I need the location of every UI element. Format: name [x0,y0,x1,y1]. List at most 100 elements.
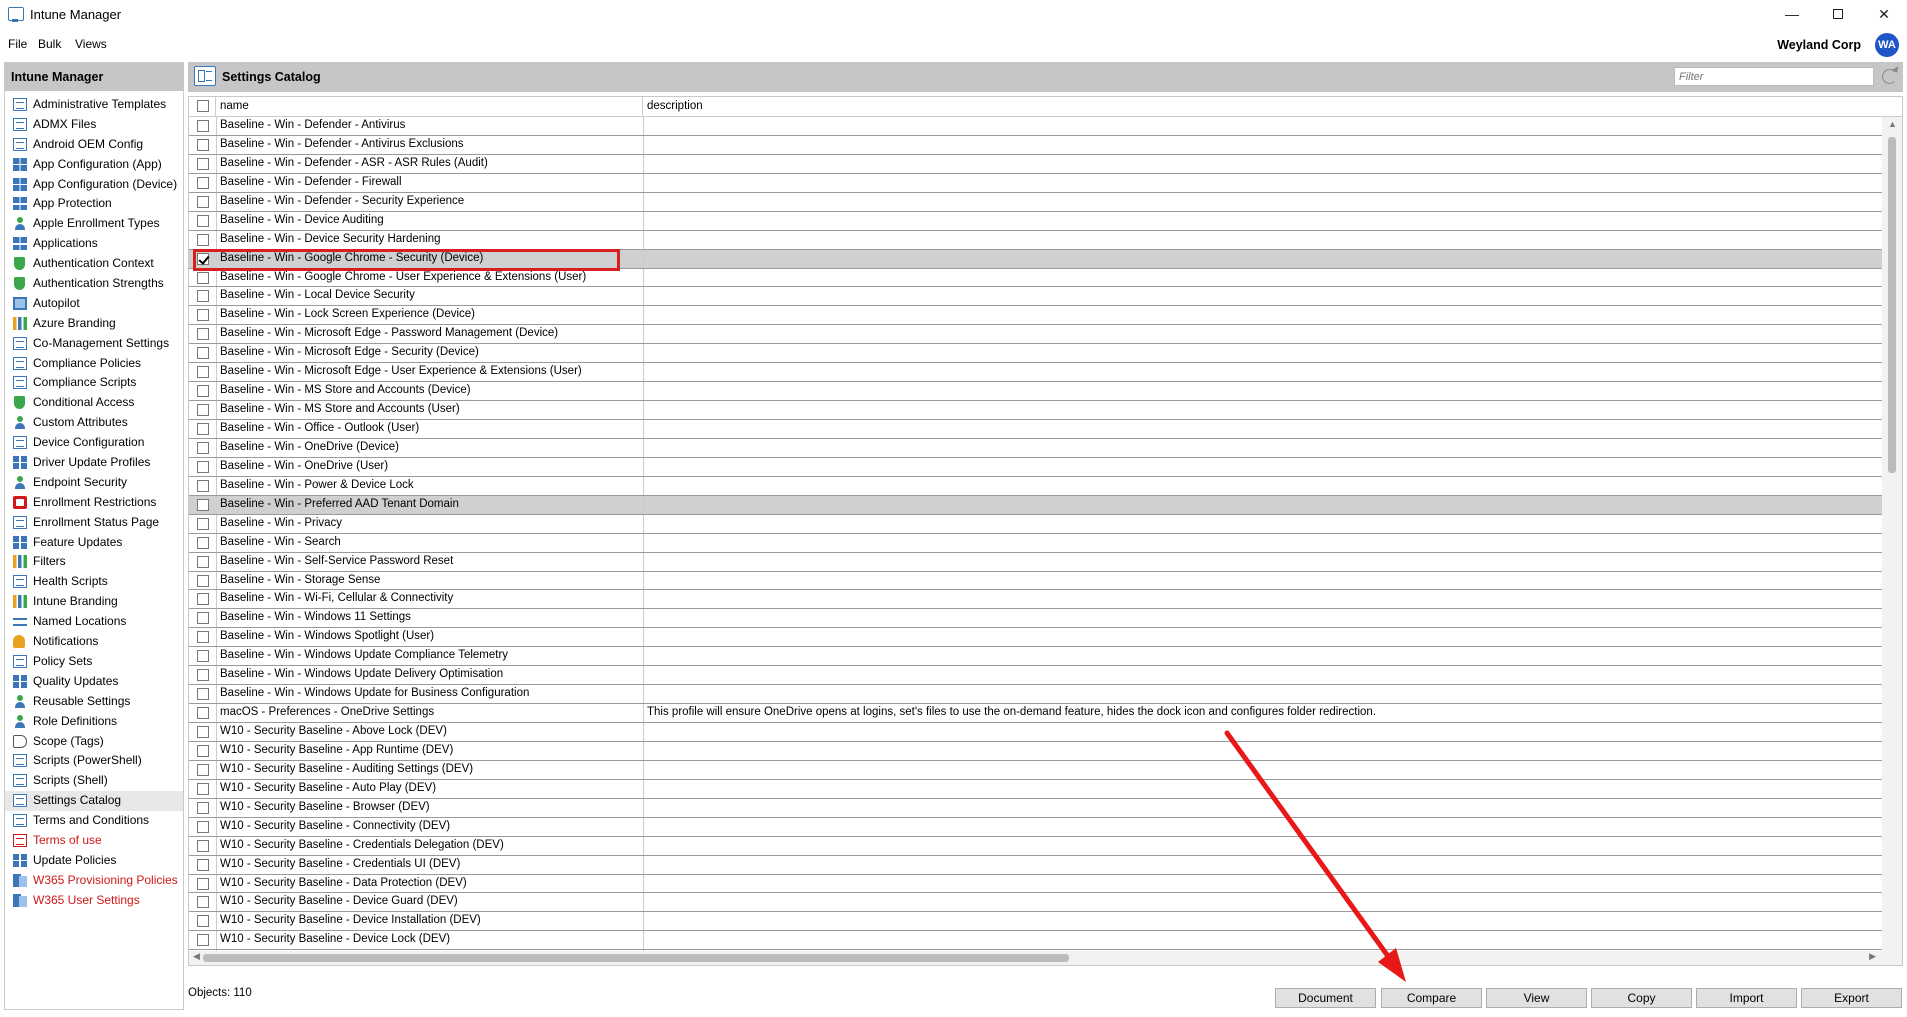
row-checkbox[interactable] [197,385,209,398]
sidebar-item[interactable]: Scripts (Shell) [5,771,183,791]
refresh-icon[interactable] [1880,67,1899,86]
table-row[interactable]: Baseline - Win - Search [189,533,1882,553]
table-row[interactable]: Baseline - Win - Local Device Security [189,287,1882,307]
sidebar-item[interactable]: Terms of use [5,831,183,851]
vertical-scrollbar[interactable]: ▲ [1882,117,1902,965]
row-checkbox[interactable] [197,612,209,625]
row-checkbox[interactable] [197,328,209,341]
row-checkbox[interactable] [197,195,209,208]
sidebar-item[interactable]: Filters [5,552,183,572]
import-button[interactable]: Import [1696,988,1797,1008]
copy-button[interactable]: Copy [1591,988,1692,1008]
table-row[interactable]: Baseline - Win - Windows Update Complian… [189,647,1882,667]
row-checkbox[interactable] [197,347,209,360]
table-row[interactable]: Baseline - Win - Defender - Security Exp… [189,192,1882,212]
table-row[interactable]: Baseline - Win - Office - Outlook (User) [189,420,1882,439]
table-row[interactable]: W10 - Security Baseline - Credentials De… [189,836,1882,856]
sidebar-item[interactable]: Custom Attributes [5,413,183,433]
row-checkbox[interactable] [197,801,209,814]
table-row[interactable]: Baseline - Win - Google Chrome - User Ex… [189,268,1882,288]
sidebar-item[interactable]: Terms and Conditions [5,811,183,831]
table-row[interactable]: Baseline - Win - Windows 11 Settings [189,609,1882,629]
scroll-left-icon[interactable]: ◀ [193,951,200,962]
row-checkbox[interactable] [197,517,209,530]
row-checkbox[interactable] [197,839,209,852]
view-button[interactable]: View [1486,988,1587,1008]
table-row[interactable]: Baseline - Win - OneDrive (User) [189,457,1882,477]
sidebar-item[interactable]: Device Configuration [5,433,183,453]
sidebar-item[interactable]: Intune Branding [5,592,183,612]
sidebar-item[interactable]: Quality Updates [5,672,183,692]
row-checkbox[interactable] [197,915,209,928]
scroll-up-icon[interactable]: ▲ [1888,119,1897,129]
row-checkbox[interactable] [197,271,209,284]
row-checkbox[interactable] [197,820,209,833]
row-checkbox[interactable] [197,366,209,379]
avatar[interactable]: WA [1875,33,1899,57]
menu-views[interactable]: Views [75,37,107,51]
table-row[interactable]: Baseline - Win - OneDrive (Device) [189,438,1882,458]
table-row[interactable]: Baseline - Win - Windows Update Delivery… [189,666,1882,686]
table-row[interactable]: Baseline - Win - Microsoft Edge - Passwo… [189,325,1882,345]
sidebar-item[interactable]: Reusable Settings [5,692,183,712]
sidebar-item[interactable]: Enrollment Restrictions [5,493,183,513]
select-all-checkbox[interactable] [197,100,209,112]
compare-button[interactable]: Compare [1381,988,1482,1008]
sidebar-item[interactable]: Enrollment Status Page [5,513,183,533]
row-checkbox[interactable] [197,782,209,795]
horizontal-scroll-thumb[interactable] [203,954,1069,962]
row-checkbox[interactable] [197,290,209,303]
sidebar-item[interactable]: Co-Management Settings [5,334,183,354]
table-row[interactable]: Baseline - Win - Device Security Hardeni… [189,230,1882,250]
row-checkbox[interactable] [197,631,209,644]
scroll-right-icon[interactable]: ▶ [1869,951,1876,962]
row-checkbox[interactable] [197,877,209,890]
table-row[interactable]: Baseline - Win - Windows Spotlight (User… [189,628,1882,648]
table-row[interactable]: Baseline - Win - Microsoft Edge - User E… [189,363,1882,383]
column-header-description[interactable]: description [643,97,1880,116]
table-row[interactable]: Baseline - Win - Microsoft Edge - Securi… [189,344,1882,364]
table-row[interactable]: W10 - Security Baseline - Browser (DEV) [189,798,1882,818]
row-checkbox[interactable] [197,138,209,151]
table-row[interactable]: Baseline - Win - Defender - Antivirus [189,117,1882,136]
table-row[interactable]: Baseline - Win - Device Auditing [189,211,1882,231]
vertical-scroll-thumb[interactable] [1888,137,1896,473]
row-checkbox[interactable] [197,233,209,246]
table-row[interactable]: Baseline - Win - Defender - ASR - ASR Ru… [189,154,1882,174]
table-row[interactable]: Baseline - Win - Google Chrome - Securit… [189,249,1882,269]
table-row[interactable]: Baseline - Win - Lock Screen Experience … [189,306,1882,326]
row-checkbox[interactable] [197,423,209,435]
sidebar-item[interactable]: Autopilot [5,294,183,314]
table-row[interactable]: W10 - Security Baseline - Device Lock (D… [189,931,1882,951]
maximize-button[interactable] [1815,0,1861,30]
close-button[interactable]: ✕ [1861,0,1907,30]
table-row[interactable]: Baseline - Win - Preferred AAD Tenant Do… [189,495,1882,515]
table-row[interactable]: Baseline - Win - MS Store and Accounts (… [189,382,1882,402]
row-checkbox[interactable] [197,744,209,757]
row-checkbox[interactable] [197,726,209,738]
row-checkbox[interactable] [197,574,209,587]
row-checkbox[interactable] [197,536,209,549]
menu-file[interactable]: File [8,37,27,51]
table-row[interactable]: Baseline - Win - Power & Device Lock [189,476,1882,496]
table-row[interactable]: Baseline - Win - Defender - Antivirus Ex… [189,135,1882,155]
row-checkbox[interactable] [197,479,209,492]
sidebar-item[interactable]: Conditional Access [5,393,183,413]
table-row[interactable]: Baseline - Win - Wi-Fi, Cellular & Conne… [189,590,1882,610]
sidebar-item[interactable]: Apple Enrollment Types [5,214,183,234]
sidebar-item[interactable]: Applications [5,234,183,254]
sidebar-item[interactable]: Compliance Scripts [5,373,183,393]
sidebar-item[interactable]: Scripts (PowerShell) [5,751,183,771]
sidebar-item[interactable]: Authentication Context [5,254,183,274]
sidebar-item[interactable]: W365 User Settings [5,891,183,911]
row-checkbox[interactable] [197,707,209,720]
row-checkbox[interactable] [197,460,209,473]
table-row[interactable]: Baseline - Win - Defender - Firewall [189,173,1882,193]
sidebar-item[interactable]: Update Policies [5,851,183,871]
table-row[interactable]: Baseline - Win - MS Store and Accounts (… [189,401,1882,420]
row-checkbox[interactable] [197,498,209,511]
sidebar-item[interactable]: W365 Provisioning Policies [5,871,183,891]
row-checkbox[interactable] [197,120,209,132]
horizontal-scrollbar[interactable]: ◀ ▶ [189,951,1882,965]
table-row[interactable]: W10 - Security Baseline - Data Protectio… [189,874,1882,894]
